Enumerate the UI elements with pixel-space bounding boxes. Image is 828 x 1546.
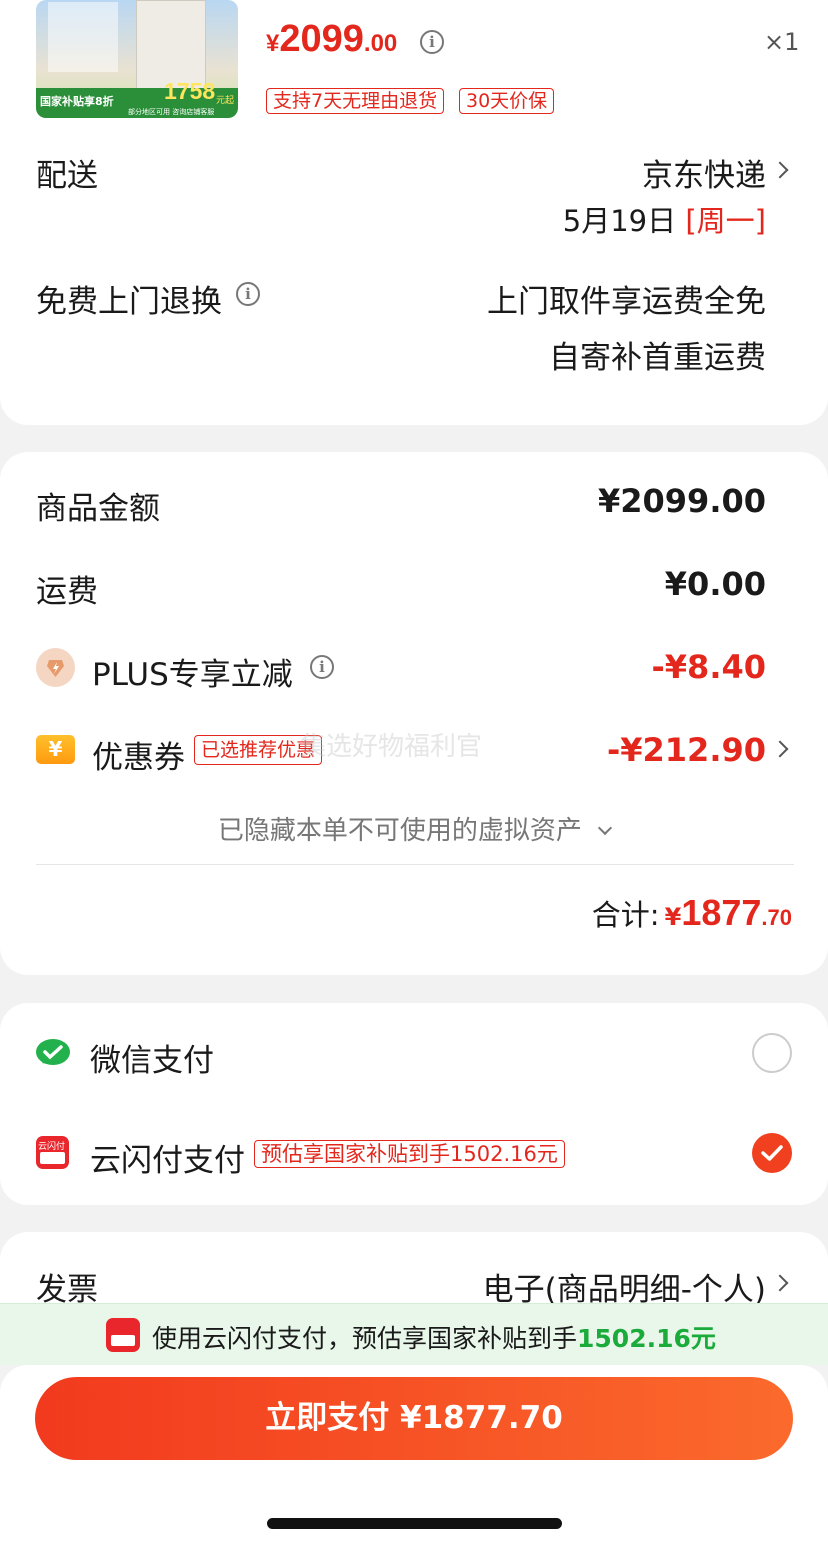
banner-price: 1758 [164, 78, 216, 104]
wechat-pay-label: 微信支付 [90, 1043, 214, 1079]
delivery-date[interactable]: 5月19日 [周一] [563, 198, 766, 240]
returns-info-icon[interactable]: i [236, 282, 260, 306]
unionpay-icon: 云闪付 [36, 1136, 69, 1169]
unionpay-radio-checked[interactable] [752, 1133, 792, 1173]
plus-icon [36, 648, 75, 687]
unionpay-icon-text: 云闪付 [38, 1142, 66, 1152]
product-price: ¥2099.00 [266, 18, 397, 61]
unionpay-subsidy-tag: 预估享国家补贴到手1502.16元 [254, 1140, 565, 1168]
pay-now-button[interactable]: 立即支付 ¥1877.70 [35, 1377, 793, 1460]
price-integer: 2099 [279, 18, 364, 60]
watermark: 集选好物福利官 [300, 732, 483, 762]
total-integer: 1877 [681, 892, 762, 933]
return-policy-tag: 支持7天无理由退货 [266, 88, 445, 114]
wechat-pay-radio[interactable] [752, 1033, 792, 1073]
product-thumbnail[interactable]: 国家补贴享8折 1758 元起 部分地区可用 咨询店铺客服 [36, 0, 238, 118]
invoice-chevron-icon[interactable] [771, 1274, 789, 1292]
returns-line2: 自寄补首重运费 [549, 340, 766, 376]
coupon-label[interactable]: 优惠券 [92, 732, 185, 777]
delivery-weekday: [周一] [685, 204, 766, 238]
plus-value: -¥8.40 [651, 648, 767, 686]
delivery-carrier[interactable]: 京东快递 [642, 150, 766, 195]
promo-unionpay-icon [106, 1318, 140, 1352]
payment-option-unionpay[interactable]: 云闪付 云闪付支付 预估享国家补贴到手1502.16元 [0, 1103, 828, 1203]
coupon-chevron-icon[interactable] [771, 740, 789, 758]
divider [36, 864, 794, 865]
promo-amount: 1502.16元 [577, 1324, 716, 1353]
goods-amount-value: ¥2099.00 [597, 482, 766, 520]
hidden-assets-text: 已隐藏本单不可使用的虚拟资产 [217, 816, 582, 846]
quantity: ×1 [764, 28, 800, 56]
bottom-bar: 立即支付 ¥1877.70 [0, 1365, 828, 1546]
banner-discount-text: 国家补贴享8折 [40, 95, 114, 108]
feature-list [48, 2, 118, 72]
hidden-assets-toggle[interactable]: 已隐藏本单不可使用的虚拟资产 [0, 810, 828, 847]
shipping-value: ¥0.00 [664, 565, 766, 603]
plus-label: PLUS专享立减 [92, 657, 293, 693]
coupon-icon: ¥ [36, 735, 75, 764]
unionpay-label: 云闪付支付 [90, 1143, 245, 1179]
order-total: 合计: ¥1877.70 [592, 892, 792, 934]
total-decimal: .70 [761, 905, 792, 930]
payment-option-wechat[interactable]: 微信支付 [0, 1003, 828, 1103]
banner-price-unit: 元起 [216, 96, 235, 106]
price-currency: ¥ [266, 30, 280, 57]
delivery-date-text: 5月19日 [562, 204, 677, 238]
shipping-label: 运费 [36, 574, 98, 610]
promo-bar: 使用云闪付支付，预估享国家补贴到手1502.16元 [0, 1303, 828, 1365]
total-currency: ¥ [664, 903, 682, 931]
coupon-value[interactable]: -¥212.90 [607, 731, 766, 769]
product-card: 国家补贴享8折 1758 元起 部分地区可用 咨询店铺客服 ¥2099.00 i… [0, 0, 828, 425]
promo-text-prefix: 使用云闪付支付，预估享国家补贴到手 [152, 1324, 578, 1353]
payment-card: 微信支付 云闪付 云闪付支付 预估享国家补贴到手1502.16元 [0, 1003, 828, 1205]
pay-now-label: 立即支付 ¥1877.70 [265, 1400, 563, 1436]
plus-info-icon[interactable]: i [310, 655, 334, 679]
home-indicator [267, 1518, 562, 1529]
promo-text: 使用云闪付支付，预估享国家补贴到手1502.16元 [152, 1319, 716, 1355]
price-decimal: .00 [363, 30, 398, 57]
price-protect-tag: 30天价保 [459, 88, 555, 114]
chevron-down-icon [598, 820, 613, 836]
total-label: 合计: [591, 898, 660, 932]
delivery-chevron-icon[interactable] [771, 161, 789, 179]
goods-amount-label: 商品金额 [36, 491, 160, 527]
banner-note: 部分地区可用 咨询店铺客服 [128, 108, 215, 116]
summary-card: 商品金额 ¥2099.00 运费 ¥0.00 PLUS专享立减 i -¥8.40… [0, 452, 828, 975]
wechat-pay-icon [36, 1039, 70, 1069]
delivery-label: 配送 [36, 158, 98, 194]
price-info-icon[interactable]: i [420, 30, 444, 54]
returns-label: 免费上门退换 [36, 284, 222, 320]
returns-line1: 上门取件享运费全免 [487, 284, 766, 320]
